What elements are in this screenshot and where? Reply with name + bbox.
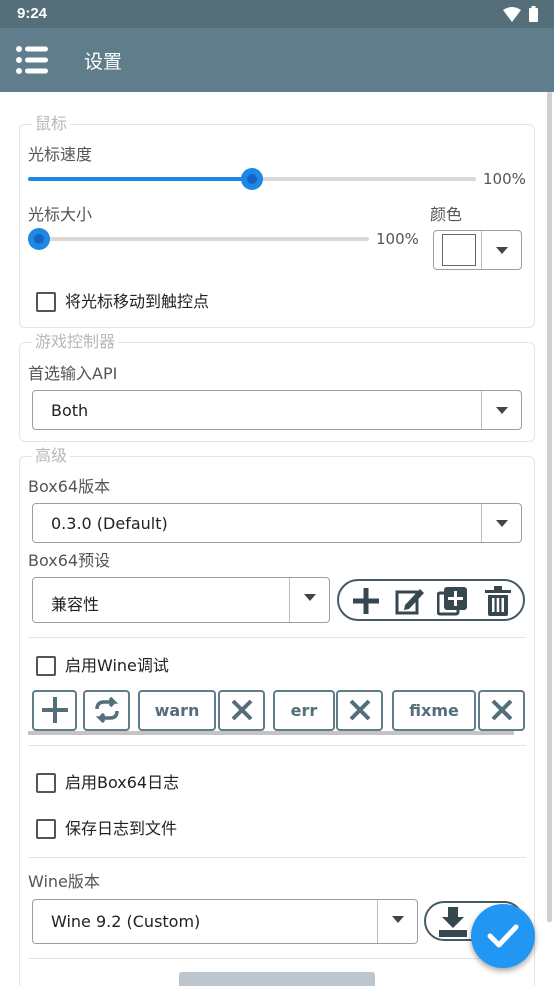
status-time: 9:24 (17, 5, 48, 22)
status-bar: 9:24 (0, 0, 554, 28)
mouse-legend: 鼠标 (32, 114, 71, 134)
remove-warn-button[interactable] (218, 690, 265, 731)
reset-channels-button[interactable] (83, 690, 130, 731)
save-button-partial[interactable] (179, 972, 375, 986)
divider (28, 958, 526, 959)
channel-warn-label: warn (154, 701, 200, 720)
preferred-api-value: Both (51, 401, 89, 420)
check-icon (487, 924, 519, 948)
wifi-icon (503, 6, 521, 22)
box64-log-label: 启用Box64日志 (65, 773, 180, 792)
wine-debug-checkbox[interactable] (36, 656, 56, 676)
divider (28, 637, 526, 638)
confirm-fab[interactable] (471, 904, 535, 968)
chevron-down-icon (377, 900, 417, 943)
preferred-api-select[interactable]: Both (32, 390, 522, 430)
page-title: 设置 (84, 51, 123, 73)
cursor-speed-thumb[interactable] (241, 168, 263, 190)
box64-version-select[interactable]: 0.3.0 (Default) (32, 503, 522, 543)
box64-log-checkbox[interactable] (36, 773, 56, 793)
color-swatch (442, 234, 476, 266)
channel-err-button[interactable]: err (273, 690, 335, 731)
save-log-checkbox[interactable] (36, 819, 56, 839)
add-channel-button[interactable] (32, 690, 77, 731)
box64-version-value: 0.3.0 (Default) (51, 514, 168, 533)
edit-preset-icon[interactable] (395, 587, 425, 615)
channel-warn-button[interactable]: warn (138, 690, 216, 731)
app-toolbar: 设置 (0, 28, 554, 92)
channel-err-label: err (290, 701, 318, 720)
advanced-legend: 高级 (32, 446, 71, 466)
menu-icon[interactable] (16, 45, 48, 75)
move-to-touch-label: 将光标移动到触控点 (65, 292, 210, 311)
color-dropdown-arrow-icon (481, 231, 521, 269)
close-icon (491, 699, 512, 721)
chevron-down-icon (481, 504, 521, 542)
cursor-size-value: 100% (376, 230, 419, 248)
channel-fixme-button[interactable]: fixme (392, 690, 476, 731)
channel-scrollbar[interactable] (28, 731, 514, 735)
cursor-size-label: 光标大小 (28, 205, 93, 224)
cursor-speed-label: 光标速度 (28, 145, 93, 164)
preferred-api-label: 首选输入API (28, 364, 118, 383)
wine-debug-label: 启用Wine调试 (65, 656, 169, 675)
save-log-label: 保存日志到文件 (65, 819, 178, 838)
remove-fixme-button[interactable] (478, 690, 525, 731)
cursor-speed-fill (28, 177, 252, 181)
plus-icon (41, 697, 68, 723)
status-icons (503, 6, 538, 22)
chevron-down-icon (289, 578, 329, 622)
close-icon (349, 699, 370, 721)
scrollbar[interactable] (547, 92, 552, 922)
color-picker[interactable] (433, 230, 522, 270)
channel-fixme-label: fixme (409, 701, 459, 720)
cursor-size-thumb[interactable] (28, 228, 50, 250)
color-label: 颜色 (430, 205, 463, 224)
cursor-size-track (28, 237, 369, 241)
move-to-touch-checkbox[interactable] (36, 292, 56, 312)
box64-preset-select[interactable]: 兼容性 (32, 577, 330, 623)
wine-version-value: Wine 9.2 (Custom) (51, 912, 201, 931)
divider (28, 745, 526, 746)
delete-preset-icon[interactable] (484, 586, 512, 616)
box64-preset-label: Box64预设 (28, 551, 111, 570)
remove-err-button[interactable] (336, 690, 383, 731)
game-controller-legend: 游戏控制器 (32, 332, 119, 352)
box64-version-label: Box64版本 (28, 477, 111, 496)
wine-version-select[interactable]: Wine 9.2 (Custom) (32, 899, 418, 944)
battery-icon (529, 6, 538, 22)
chevron-down-icon (481, 391, 521, 429)
close-icon (231, 699, 252, 721)
cursor-speed-value: 100% (483, 170, 526, 188)
wine-version-label: Wine版本 (28, 872, 100, 891)
refresh-icon (94, 697, 119, 723)
box64-preset-value: 兼容性 (51, 595, 100, 614)
duplicate-preset-icon[interactable] (437, 586, 469, 616)
add-preset-icon[interactable] (351, 588, 381, 614)
divider (28, 857, 526, 858)
preset-actions-group (337, 579, 525, 621)
install-wine-icon[interactable] (439, 907, 467, 937)
